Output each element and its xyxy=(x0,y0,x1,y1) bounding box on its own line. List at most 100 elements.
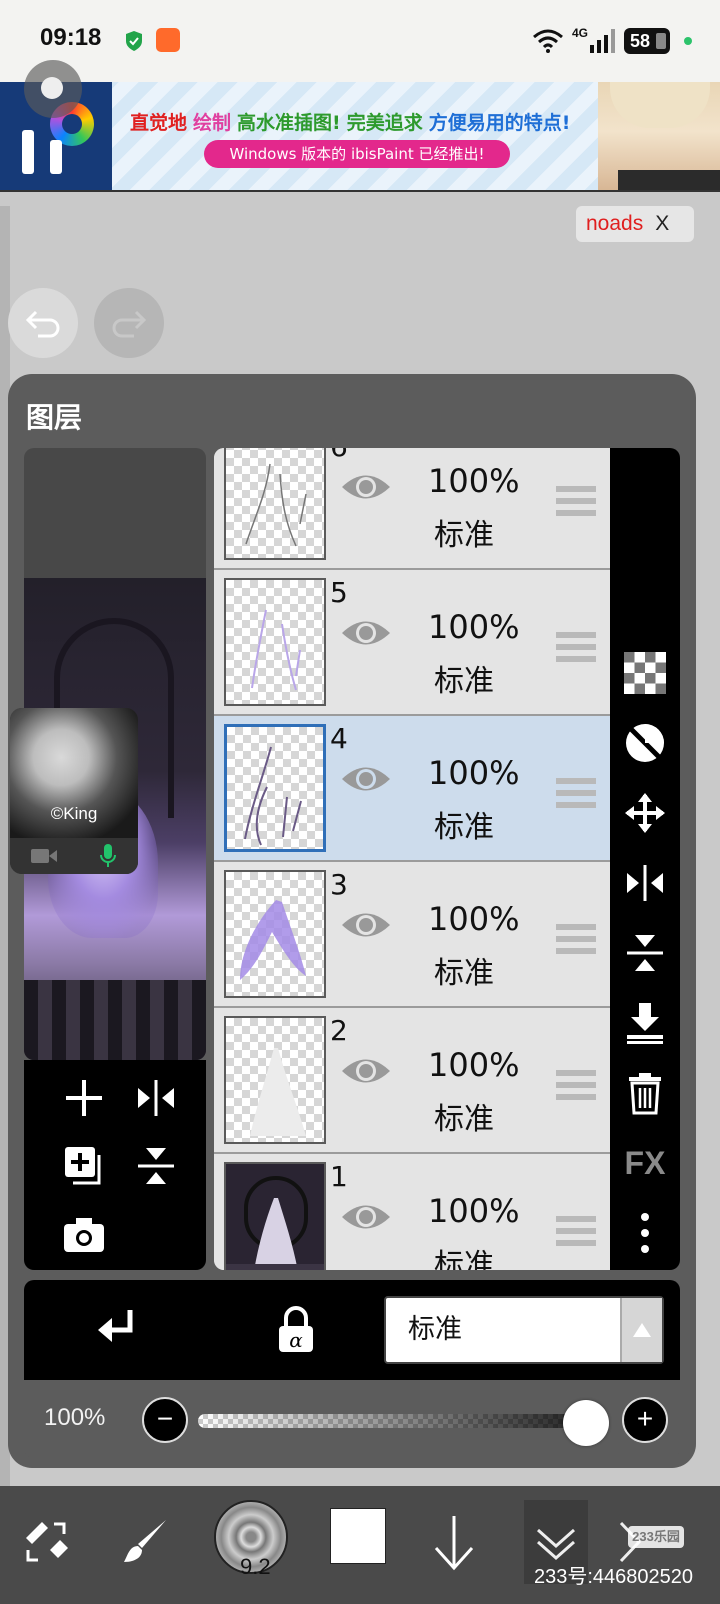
layer-thumbnail[interactable] xyxy=(224,1162,326,1270)
merge-down-button[interactable] xyxy=(618,996,672,1050)
call-controls xyxy=(10,838,138,874)
layer-row[interactable]: 3 100% 标准 xyxy=(214,862,610,1008)
opacity-decrease-button[interactable]: − xyxy=(142,1397,188,1443)
video-call-bubble[interactable]: ©King xyxy=(10,708,138,874)
merge-down-icon xyxy=(627,1003,663,1044)
layer-opacity: 100% xyxy=(428,462,520,500)
ad-banner[interactable]: 直觉地 绘制 高水准插图! 完美追求 方便易用的特点! Windows 版本的 ibis… xyxy=(0,82,720,192)
trash-icon xyxy=(629,1073,661,1115)
status-time: 09:18 xyxy=(40,24,102,51)
transparency-button[interactable] xyxy=(618,646,672,700)
eye-icon[interactable] xyxy=(340,616,392,650)
layer-opacity: 100% xyxy=(428,900,520,938)
layer-number: 5 xyxy=(330,576,348,609)
brush-icon xyxy=(124,1520,166,1562)
ad-headline: 直觉地 绘制 高水准插图! 完美追求 方便易用的特点! xyxy=(130,108,576,135)
add-layer-button[interactable] xyxy=(56,1070,112,1126)
flip-vertical-icon xyxy=(138,1148,174,1184)
ad-headline-part: 高水准插图! xyxy=(237,112,341,134)
battery-indicator: 58 xyxy=(624,28,670,54)
opacity-increase-button[interactable]: + xyxy=(622,1397,668,1443)
layer-row[interactable]: 2 100% 标准 xyxy=(214,1008,610,1154)
transparency-icon xyxy=(624,652,666,694)
plus-icon xyxy=(66,1080,102,1116)
arrow-down-icon xyxy=(434,1516,474,1571)
layer-row[interactable]: 5 100% 标准 xyxy=(214,570,610,716)
brush-size-value: 9.2 xyxy=(240,1554,271,1579)
drag-handle-icon[interactable] xyxy=(556,632,596,662)
alpha-lock-icon: α xyxy=(279,1306,313,1352)
duplicate-layer-button[interactable] xyxy=(56,1138,112,1194)
layer-blend-mode: 标准 xyxy=(434,518,494,553)
layer-opacity: 100% xyxy=(428,1192,520,1230)
fx-button[interactable]: FX xyxy=(618,1136,672,1190)
undo-icon xyxy=(25,310,60,338)
watermark-badge: 233乐园 xyxy=(628,1526,684,1548)
blend-mode-select[interactable]: 标准 xyxy=(384,1296,664,1364)
eye-icon[interactable] xyxy=(340,470,392,504)
video-camera-icon[interactable] xyxy=(31,847,57,865)
blend-mode-value: 标准 xyxy=(408,1314,462,1345)
floating-assistive-button[interactable] xyxy=(24,60,82,118)
layer-thumbnail[interactable] xyxy=(224,724,326,852)
drag-handle-icon[interactable] xyxy=(556,778,596,808)
clipping-button[interactable] xyxy=(88,1302,144,1358)
move-button[interactable] xyxy=(618,786,672,840)
eye-icon[interactable] xyxy=(340,1200,392,1234)
flip-layer-vertical-button[interactable] xyxy=(128,1138,184,1194)
opacity-slider-handle[interactable] xyxy=(563,1400,609,1446)
layers-collapse-icon xyxy=(537,1528,575,1561)
tool-selection-button[interactable] xyxy=(16,1500,76,1584)
opacity-control: 100% − + xyxy=(24,1380,680,1458)
layer-move-down-button[interactable] xyxy=(424,1500,484,1584)
status-bar: 09:18 4G 58 xyxy=(0,0,720,82)
dropdown-arrow-icon[interactable] xyxy=(620,1298,662,1362)
opacity-slider[interactable] xyxy=(198,1414,602,1428)
flip-vertical-button[interactable] xyxy=(618,926,672,980)
layer-list[interactable]: 6 100% 标准 5 100% 标准 4 100% 标准 3 xyxy=(214,448,610,1270)
eye-icon[interactable] xyxy=(340,1054,392,1088)
layer-blend-mode: 标准 xyxy=(434,1248,494,1270)
layer-row[interactable]: 1 100% 标准 xyxy=(214,1154,610,1270)
layer-blend-mode: 标准 xyxy=(434,1102,494,1137)
invert-icon xyxy=(626,724,664,762)
alpha-lock-button[interactable]: α xyxy=(268,1302,324,1358)
invert-button[interactable] xyxy=(618,716,672,770)
move-icon xyxy=(625,793,665,833)
drag-handle-icon[interactable] xyxy=(556,1070,596,1100)
noads-button[interactable]: noads X xyxy=(576,206,694,242)
close-icon[interactable]: X xyxy=(655,212,669,235)
layer-thumbnail[interactable] xyxy=(224,448,326,560)
flip-horizontal-button[interactable] xyxy=(618,856,672,910)
wifi-icon xyxy=(533,29,563,53)
layer-row[interactable]: 6 100% 标准 xyxy=(214,448,610,570)
app-notification-icon xyxy=(156,28,180,52)
flip-horizontal-icon xyxy=(627,865,663,901)
layer-opacity: 100% xyxy=(428,754,520,792)
camera-import-button[interactable] xyxy=(56,1206,112,1262)
layer-row-selected[interactable]: 4 100% 标准 xyxy=(214,716,610,862)
flip-horizontal-icon xyxy=(138,1080,174,1116)
layer-thumbnail[interactable] xyxy=(224,1016,326,1144)
flip-layer-horizontal-button[interactable] xyxy=(128,1070,184,1126)
color-picker-button[interactable] xyxy=(330,1508,386,1564)
shield-icon xyxy=(126,31,142,51)
drag-handle-icon[interactable] xyxy=(556,924,596,954)
eye-icon[interactable] xyxy=(340,762,392,796)
undo-button[interactable] xyxy=(8,288,78,358)
drag-handle-icon[interactable] xyxy=(556,1216,596,1246)
svg-text:α: α xyxy=(289,1328,303,1352)
blend-bar: α 标准 xyxy=(24,1280,680,1380)
brush-tool-button[interactable] xyxy=(116,1500,176,1584)
microphone-icon[interactable] xyxy=(99,844,117,868)
layer-thumbnail[interactable] xyxy=(224,578,326,706)
delete-layer-button[interactable] xyxy=(618,1066,672,1120)
ad-pill: Windows 版本的 ibisPaint 已经推出! xyxy=(204,140,510,168)
clipping-arrow-icon xyxy=(98,1310,133,1342)
watermark-id: 233号:446802520 xyxy=(534,1566,694,1588)
redo-button[interactable] xyxy=(94,288,164,358)
eye-icon[interactable] xyxy=(340,908,392,942)
layer-thumbnail[interactable] xyxy=(224,870,326,998)
more-options-button[interactable] xyxy=(618,1206,672,1260)
drag-handle-icon[interactable] xyxy=(556,486,596,516)
